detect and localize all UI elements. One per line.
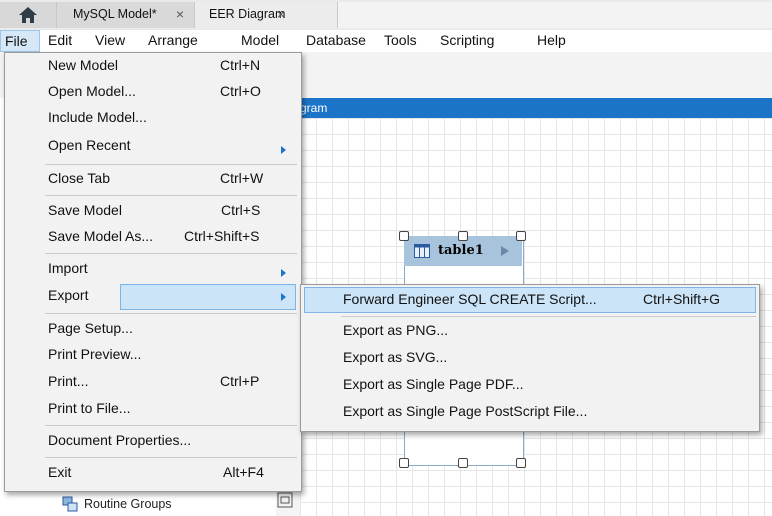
- home-icon: [19, 7, 37, 23]
- layer-icon[interactable]: [276, 491, 294, 509]
- tab-eer-diagram[interactable]: EER Diagram ×: [194, 2, 338, 28]
- menu-item-export-pdf[interactable]: Export as Single Page PDF...: [343, 372, 753, 398]
- menu-item-save-model-as[interactable]: Save Model As... Ctrl+Shift+S: [48, 224, 298, 250]
- menu-item-label: Open Model...: [48, 83, 136, 99]
- menu-item-label: New Model: [48, 57, 119, 73]
- menu-item-forward-engineer[interactable]: Forward Engineer SQL CREATE Script... Ct…: [343, 287, 753, 313]
- menu-item-page-setup[interactable]: Page Setup...: [48, 316, 298, 342]
- menu-database[interactable]: Database: [306, 30, 366, 52]
- tab-label: MySQL Model*: [73, 7, 157, 21]
- menu-view[interactable]: View: [95, 30, 125, 52]
- menu-item-shortcut: Ctrl+Shift+G: [643, 291, 721, 307]
- resize-handle[interactable]: [399, 458, 409, 468]
- menu-item-label: Forward Engineer SQL CREATE Script...: [343, 291, 597, 307]
- resize-handle[interactable]: [516, 458, 526, 468]
- diagram-header-label: gram: [300, 101, 328, 115]
- menu-item-print-preview[interactable]: Print Preview...: [48, 342, 298, 368]
- menu-item-label: Print...: [48, 373, 89, 389]
- submenu-arrow-icon: [281, 146, 286, 154]
- menu-item-document-properties[interactable]: Document Properties...: [48, 428, 298, 454]
- menu-help[interactable]: Help: [537, 30, 566, 52]
- menu-item-label: Exit: [48, 464, 72, 480]
- export-submenu: Forward Engineer SQL CREATE Script... Ct…: [300, 284, 760, 432]
- menu-item-shortcut: Ctrl+P: [220, 373, 260, 389]
- table-name: table1: [438, 243, 484, 258]
- menu-item-shortcut: Ctrl+S: [221, 202, 261, 218]
- resize-handle[interactable]: [399, 231, 409, 241]
- menu-item-shortcut: Ctrl+O: [220, 83, 261, 99]
- menu-scripting[interactable]: Scripting: [440, 30, 494, 52]
- menu-file[interactable]: File: [0, 30, 40, 52]
- diagram-header: gram: [300, 98, 772, 118]
- close-icon[interactable]: ×: [176, 2, 184, 26]
- submenu-arrow-icon: [281, 269, 286, 277]
- menu-item-close-tab[interactable]: Close Tab Ctrl+W: [48, 166, 298, 192]
- menu-item-label: Close Tab: [48, 170, 111, 186]
- menu-item-label: Export as Single Page PDF...: [343, 376, 524, 392]
- close-icon[interactable]: ×: [277, 2, 285, 26]
- menu-item-label: Page Setup...: [48, 320, 133, 336]
- menu-item-exit[interactable]: Exit Alt+F4: [48, 460, 298, 486]
- menu-item-print-to-file[interactable]: Print to File...: [48, 396, 298, 422]
- sidebar-item-routine-groups[interactable]: Routine Groups: [84, 494, 172, 514]
- menu-item-new-model[interactable]: New Model Ctrl+N: [48, 53, 298, 79]
- resize-handle[interactable]: [458, 231, 468, 241]
- expand-arrow-icon[interactable]: [500, 245, 510, 257]
- menu-item-shortcut: Ctrl+Shift+S: [184, 228, 260, 244]
- menu-item-label: Save Model As...: [48, 228, 154, 244]
- menu-item-label: Export as SVG...: [343, 349, 448, 365]
- menu-separator: [45, 313, 297, 314]
- tab-mysql-model[interactable]: MySQL Model* ×: [56, 2, 194, 28]
- menu-item-import[interactable]: Import: [48, 256, 298, 282]
- menu-item-export-postscript[interactable]: Export as Single Page PostScript File...: [343, 399, 753, 425]
- menu-item-save-model[interactable]: Save Model Ctrl+S: [48, 198, 298, 224]
- menu-item-label: Export: [48, 287, 89, 303]
- menu-item-open-model[interactable]: Open Model... Ctrl+O: [48, 79, 298, 105]
- menu-item-export[interactable]: Export: [48, 283, 298, 309]
- menu-item-shortcut: Ctrl+N: [220, 57, 261, 73]
- menu-separator: [45, 457, 297, 458]
- tab-home[interactable]: [0, 2, 56, 28]
- menu-item-label: Document Properties...: [48, 432, 192, 448]
- menu-item-shortcut: Ctrl+W: [220, 170, 264, 186]
- menu-item-export-png[interactable]: Export as PNG...: [343, 318, 753, 344]
- menu-separator: [45, 164, 297, 165]
- menu-item-export-svg[interactable]: Export as SVG...: [343, 345, 753, 371]
- menu-separator: [45, 195, 297, 196]
- file-menu: New Model Ctrl+N Open Model... Ctrl+O In…: [4, 52, 302, 492]
- menu-item-print[interactable]: Print... Ctrl+P: [48, 369, 298, 395]
- menu-edit[interactable]: Edit: [48, 30, 72, 52]
- menu-separator: [341, 316, 756, 317]
- menu-item-label: Open Recent: [48, 137, 131, 153]
- menu-item-include-model[interactable]: Include Model...: [48, 105, 298, 131]
- tab-bar-empty: [338, 2, 772, 28]
- menu-item-label: Print to File...: [48, 400, 131, 416]
- menu-tools[interactable]: Tools: [384, 30, 417, 52]
- table-icon: [414, 244, 430, 258]
- menu-item-label: Import: [48, 260, 88, 276]
- resize-handle[interactable]: [458, 458, 468, 468]
- menu-separator: [45, 253, 297, 254]
- menu-item-label: Include Model...: [48, 109, 147, 125]
- menu-item-label: Print Preview...: [48, 346, 142, 362]
- menu-item-label: Save Model: [48, 202, 122, 218]
- menu-model[interactable]: Model: [241, 30, 279, 52]
- submenu-arrow-icon: [281, 293, 286, 301]
- menu-item-shortcut: Alt+F4: [223, 464, 264, 480]
- menu-separator: [45, 425, 297, 426]
- tab-label: EER Diagram: [209, 7, 286, 21]
- resize-handle[interactable]: [516, 231, 526, 241]
- menu-item-label: Export as Single Page PostScript File...: [343, 403, 588, 419]
- menu-item-label: Export as PNG...: [343, 322, 449, 338]
- menu-item-open-recent[interactable]: Open Recent: [48, 133, 298, 159]
- routine-groups-icon: [62, 496, 78, 512]
- menu-arrange[interactable]: Arrange: [148, 30, 198, 52]
